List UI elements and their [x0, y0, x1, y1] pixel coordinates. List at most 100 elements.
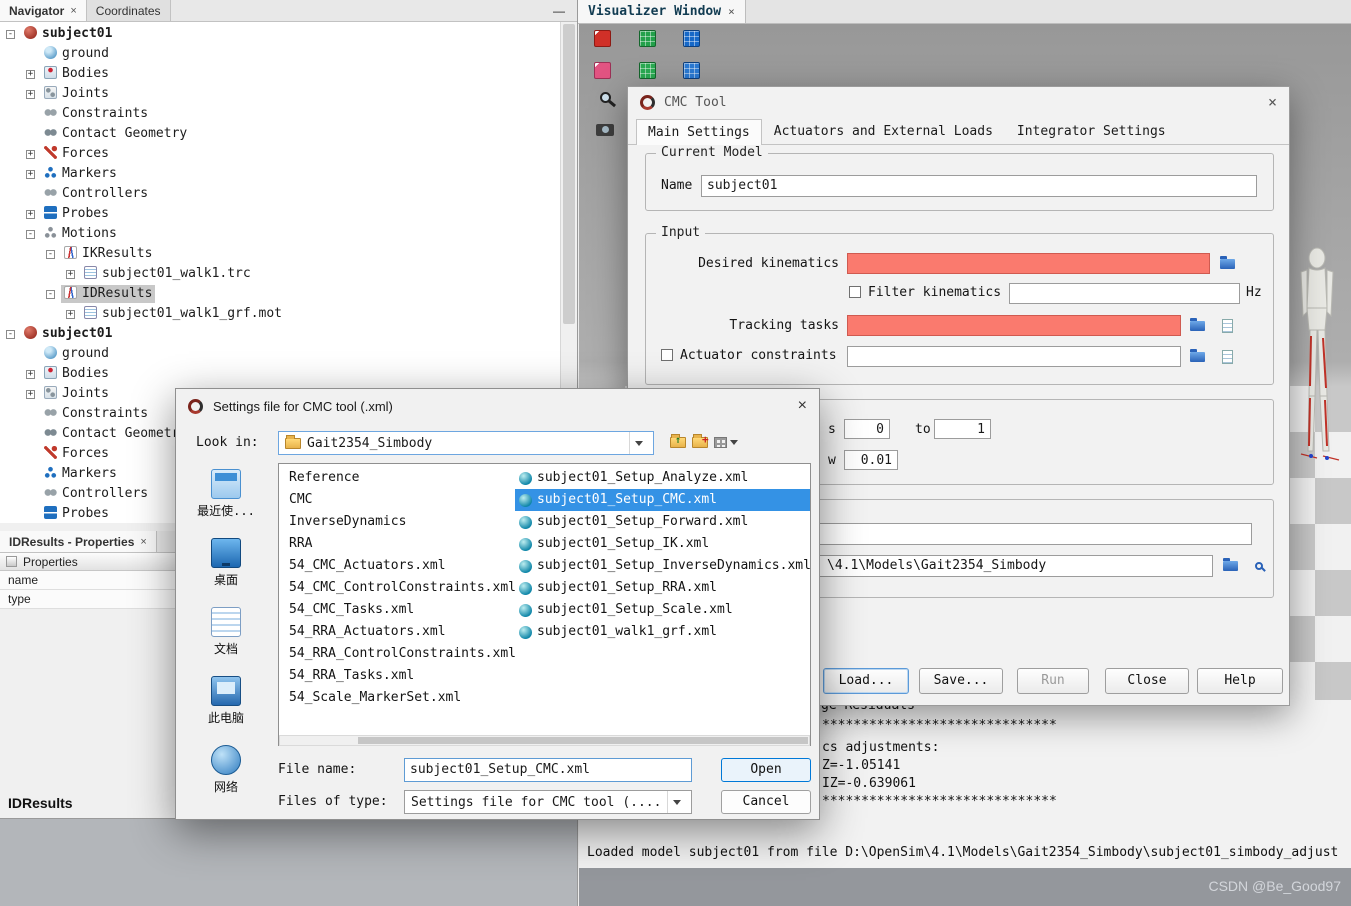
tree-item-body[interactable]: subject01 — [21, 25, 115, 43]
file-item[interactable]: 54_CMC_ControlConstraints.xml — [285, 577, 520, 599]
tree-item-body[interactable]: IKResults — [61, 245, 155, 263]
tab-integrator-settings[interactable]: Integrator Settings — [1005, 118, 1178, 144]
tree-item-body[interactable]: ground — [41, 45, 112, 63]
file-item[interactable]: InverseDynamics — [285, 511, 520, 533]
tree-item-subject01-walk1-grf-mot[interactable]: + subject01_walk1_grf.mot — [0, 304, 560, 324]
filter-kinematics-checkbox[interactable] — [849, 286, 861, 298]
cmc-titlebar[interactable]: CMC Tool × — [628, 87, 1289, 117]
tree-item-ground[interactable]: ground — [0, 44, 560, 64]
edit-file-icon[interactable] — [1216, 315, 1238, 336]
expand-icon[interactable]: + — [66, 310, 75, 319]
file-item[interactable]: RRA — [285, 533, 520, 555]
save-button[interactable]: Save... — [919, 668, 1003, 694]
file-item[interactable]: 54_CMC_Tasks.xml — [285, 599, 520, 621]
tree-item-body[interactable]: subject01_walk1.trc — [81, 265, 254, 283]
expand-icon[interactable]: + — [26, 90, 35, 99]
file-item[interactable]: subject01_Setup_Forward.xml — [515, 511, 810, 533]
tree-item-body[interactable]: Controllers — [41, 185, 151, 203]
place-item-0[interactable]: 最近使... — [184, 469, 268, 538]
tree-item-ground[interactable]: ground — [0, 344, 560, 364]
desired-kinematics-field[interactable] — [847, 253, 1210, 274]
help-button[interactable]: Help — [1197, 668, 1283, 694]
close-icon[interactable]: × — [728, 5, 735, 18]
tree-item-joints[interactable]: + Joints — [0, 84, 560, 104]
tree-item-idresults[interactable]: - IDResults — [0, 284, 560, 304]
tab-actuators-external-loads[interactable]: Actuators and External Loads — [762, 118, 1005, 144]
file-item[interactable]: subject01_Setup_InverseDynamics.xml — [515, 555, 810, 577]
green-cube-view-icon[interactable] — [639, 30, 656, 47]
edit-file-icon[interactable] — [1216, 346, 1238, 367]
zoom-tool-icon[interactable] — [600, 92, 611, 103]
tree-item-body[interactable]: Markers — [41, 165, 120, 183]
actuator-constraints-field[interactable] — [847, 346, 1181, 367]
tree-item-body[interactable]: IDResults — [61, 285, 156, 303]
filter-frequency-field[interactable] — [1009, 283, 1240, 304]
tree-item-bodies[interactable]: + Bodies — [0, 364, 560, 384]
place-item-3[interactable]: 此电脑 — [184, 676, 268, 745]
new-folder-icon[interactable] — [690, 433, 710, 451]
blue-cube-view-icon[interactable] — [683, 30, 700, 47]
look-in-combobox[interactable]: Gait2354_Simbody — [278, 431, 654, 455]
tree-item-body[interactable]: Constraints — [41, 105, 151, 123]
close-icon[interactable]: × — [70, 5, 76, 17]
tree-item-subject01-walk1-trc[interactable]: + subject01_walk1.trc — [0, 264, 560, 284]
tree-item-ikresults[interactable]: - IKResults — [0, 244, 560, 264]
tree-item-body[interactable]: Joints — [41, 385, 112, 403]
browse-folder-icon[interactable] — [1186, 346, 1208, 367]
time-from-field[interactable]: 0 — [844, 419, 890, 439]
cmc-window-field[interactable]: 0.01 — [844, 450, 898, 470]
browse-folder-icon[interactable] — [1186, 315, 1208, 336]
expand-icon[interactable]: + — [26, 170, 35, 179]
collapse-icon[interactable]: - — [26, 230, 35, 239]
tab-visualizer-window[interactable]: Visualizer Window × — [578, 0, 746, 23]
tab-idresults-properties[interactable]: IDResults - Properties × — [0, 531, 157, 552]
tree-item-constraints[interactable]: Constraints — [0, 104, 560, 124]
tab-coordinates[interactable]: Coordinates — [86, 0, 171, 21]
file-item[interactable]: 54_Scale_MarkerSet.xml — [285, 687, 520, 709]
expand-icon[interactable]: + — [26, 370, 35, 379]
tree-item-body[interactable]: subject01 — [21, 325, 115, 343]
model-name-field[interactable]: subject01 — [701, 175, 1257, 197]
tree-item-body[interactable]: Bodies — [41, 365, 112, 383]
tree-item-body[interactable]: Controllers — [41, 485, 151, 503]
file-item[interactable]: subject01_Setup_CMC.xml — [515, 489, 810, 511]
load-button[interactable]: Load... — [823, 668, 909, 694]
files-of-type-combobox[interactable]: Settings file for CMC tool (.... — [404, 790, 692, 814]
tree-item-contact-geometry[interactable]: Contact Geometry — [0, 124, 560, 144]
file-item[interactable]: 54_RRA_Tasks.xml — [285, 665, 520, 687]
tree-item-body[interactable]: Contact Geometry — [41, 425, 190, 443]
view-menu-icon[interactable] — [712, 433, 740, 451]
collapse-icon[interactable]: - — [46, 250, 55, 259]
close-icon[interactable]: × — [1268, 93, 1277, 111]
tree-item-body[interactable]: Forces — [41, 145, 112, 163]
file-item[interactable]: subject01_Setup_IK.xml — [515, 533, 810, 555]
expand-icon[interactable]: + — [26, 210, 35, 219]
place-item-2[interactable]: 文档 — [184, 607, 268, 676]
tree-item-bodies[interactable]: + Bodies — [0, 64, 560, 84]
tree-item-body[interactable]: Probes — [41, 205, 112, 223]
file-item[interactable]: subject01_Setup_Analyze.xml — [515, 467, 810, 489]
scrollbar-thumb[interactable] — [563, 24, 575, 324]
tree-item-body[interactable]: Markers — [41, 465, 120, 483]
tree-item-controllers[interactable]: Controllers — [0, 184, 560, 204]
refresh-view-icon[interactable] — [594, 30, 611, 47]
close-icon[interactable]: × — [798, 397, 807, 415]
place-item-4[interactable]: 网络 — [184, 745, 268, 814]
tree-item-motions[interactable]: - Motions — [0, 224, 560, 244]
file-item[interactable]: 54_CMC_Actuators.xml — [285, 555, 520, 577]
collapse-icon[interactable]: - — [46, 290, 55, 299]
camera-icon[interactable] — [596, 124, 614, 136]
up-one-level-icon[interactable] — [668, 433, 688, 451]
browse-folder-icon[interactable] — [1216, 253, 1238, 274]
tree-item-subject01[interactable]: - subject01 — [0, 324, 560, 344]
tree-item-body[interactable]: subject01_walk1_grf.mot — [81, 305, 285, 323]
file-item[interactable]: 54_RRA_Actuators.xml — [285, 621, 520, 643]
tree-item-subject01[interactable]: - subject01 — [0, 24, 560, 44]
tree-item-body[interactable]: Forces — [41, 445, 112, 463]
tab-navigator[interactable]: Navigator × — [0, 0, 87, 21]
file-list[interactable]: Reference CMC InverseDynamics RRA 54_CMC_Act… — [278, 463, 811, 746]
tree-item-markers[interactable]: + Markers — [0, 164, 560, 184]
dropdown-arrow-icon[interactable] — [667, 791, 685, 813]
scrollbar-thumb[interactable] — [358, 737, 808, 744]
tree-item-body[interactable]: Bodies — [41, 65, 112, 83]
